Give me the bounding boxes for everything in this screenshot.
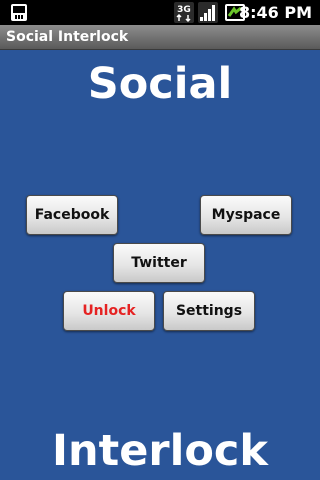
facebook-button[interactable]: Facebook bbox=[26, 195, 118, 235]
sd-card-icon bbox=[10, 3, 28, 22]
heading-social: Social bbox=[87, 59, 233, 109]
myspace-button[interactable]: Myspace bbox=[200, 195, 292, 235]
app-title-bar: Social Interlock bbox=[0, 25, 320, 50]
signal-strength-icon bbox=[198, 2, 218, 23]
phone-screen: 3G 8:46 PM Social Interlock Social Inter… bbox=[0, 0, 320, 480]
heading-interlock: Interlock bbox=[52, 426, 268, 476]
3g-data-icon: 3G bbox=[174, 2, 194, 23]
settings-button[interactable]: Settings bbox=[163, 291, 255, 331]
status-time: 8:46 PM bbox=[238, 3, 312, 22]
status-bar: 3G 8:46 PM bbox=[0, 0, 320, 25]
unlock-button[interactable]: Unlock bbox=[63, 291, 155, 331]
app-title: Social Interlock bbox=[6, 29, 129, 45]
network-type-label: 3G bbox=[177, 5, 191, 15]
twitter-button[interactable]: Twitter bbox=[113, 243, 205, 283]
